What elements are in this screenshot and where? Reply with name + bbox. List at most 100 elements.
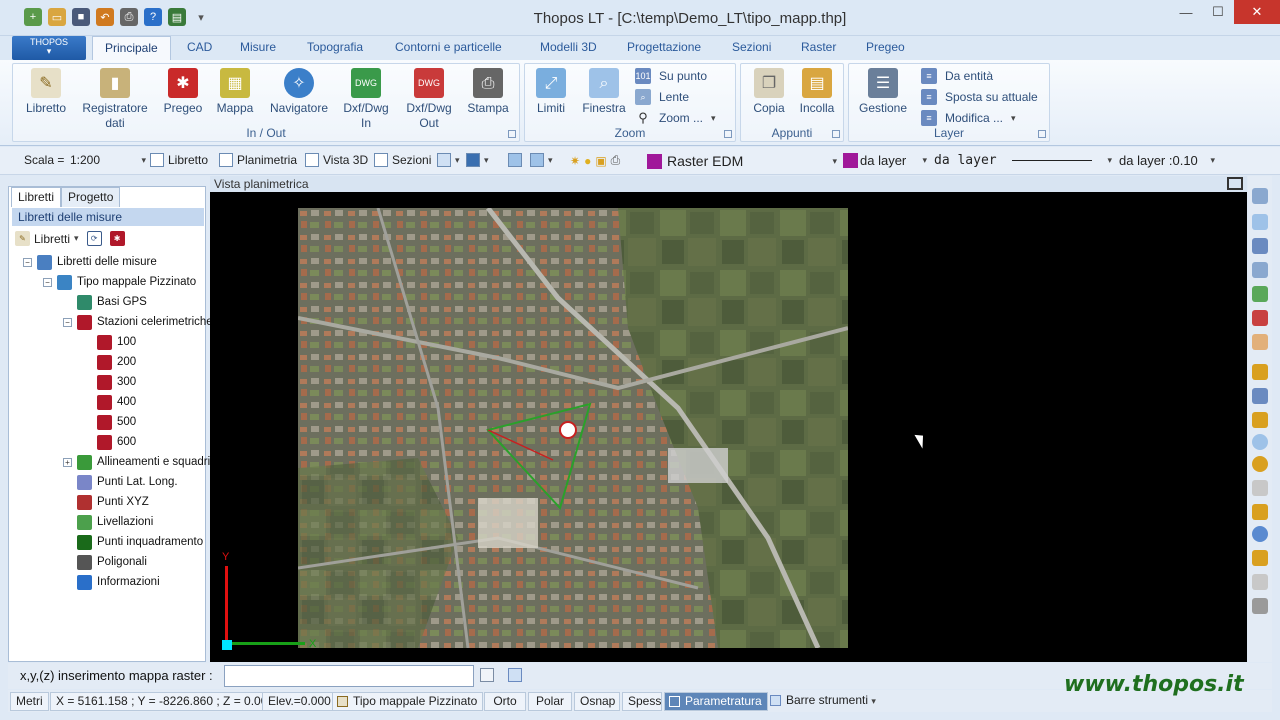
polar-toggle[interactable]: Polar [528, 692, 572, 711]
lineweight-select[interactable]: da layer :0.10 ▾ [1119, 153, 1215, 168]
tab-principale[interactable]: Principale [92, 36, 171, 61]
lente-button[interactable]: ⌕ Lente [635, 89, 689, 105]
star-icon[interactable]: ✷ [570, 154, 580, 168]
maximize-view-button[interactable] [1227, 177, 1243, 190]
tree-node[interactable]: 400 [83, 393, 136, 411]
layer-select[interactable]: Raster EDM ▾ [647, 153, 837, 169]
tree-node[interactable]: Punti inquadramento [63, 533, 203, 551]
expander-icon[interactable]: + [63, 457, 72, 467]
layer-list-button[interactable]: ▾ [530, 153, 553, 167]
pregeo-button[interactable]: ✱ Pregeo [161, 68, 205, 116]
application-menu-button[interactable]: THOPOS ▾ [12, 36, 86, 60]
zoom-menu-button[interactable]: ⚲ Zoom ... ▾ [635, 110, 715, 126]
zoom-point-icon[interactable] [1252, 238, 1268, 254]
layout-split-button[interactable]: ▾ [437, 153, 460, 167]
tree-node[interactable]: + Allineamenti e squadri [63, 453, 210, 471]
print-toggle-icon[interactable]: ⎙ [611, 153, 621, 168]
tree-node[interactable]: Livellazioni [63, 513, 153, 531]
dialog-launcher-icon[interactable] [508, 130, 516, 138]
scale-select[interactable]: 1:200 ▾ [70, 153, 146, 167]
sezioni-view-button[interactable]: Sezioni [374, 153, 431, 167]
tab-libretti[interactable]: Libretti [11, 187, 62, 207]
layer-tools-button[interactable] [508, 153, 522, 167]
libretti-dropdown[interactable]: ✎ Libretti ▾ [15, 231, 79, 246]
stampa-button[interactable]: ⎙ Stampa [465, 68, 511, 116]
snap-nearest-icon[interactable] [1252, 550, 1268, 566]
tab-modelli-3d[interactable]: Modelli 3D [540, 40, 597, 54]
tab-raster[interactable]: Raster [801, 40, 836, 54]
elevation-readout[interactable]: Elev.=0.000 [262, 692, 337, 711]
libretto-button[interactable]: ✎ Libretto [23, 68, 69, 116]
incolla-button[interactable]: ▤ Incolla [795, 68, 839, 116]
tree-node[interactable]: 100 [83, 333, 136, 351]
libretto-view-button[interactable]: Libretto [150, 153, 208, 167]
zoom-previous-icon[interactable] [1252, 286, 1268, 302]
map-view[interactable]: Vista planimetrica Y X [210, 176, 1247, 662]
tab-cad[interactable]: CAD [187, 40, 212, 54]
dxf-dwg-out-button[interactable]: DWG Dxf/Dwg Out [401, 68, 457, 131]
layout-split-horizontal-button[interactable]: ▾ [466, 153, 489, 167]
lightbulb-icon[interactable]: ● [584, 154, 591, 168]
minimize-button[interactable]: — [1170, 0, 1202, 24]
station-add-icon[interactable]: ✱ [109, 231, 125, 246]
da-entita-button[interactable]: ≡ Da entità [921, 68, 993, 84]
dxf-dwg-in-button[interactable]: DWG Dxf/Dwg In [339, 68, 393, 131]
dialog-launcher-icon[interactable] [832, 130, 840, 138]
modifica-button[interactable]: ≡ Modifica ... ▾ [921, 110, 1016, 126]
osnap-toggle[interactable]: Osnap [574, 692, 620, 711]
mappa-button[interactable]: ▦ Mappa [213, 68, 257, 116]
tree-node[interactable]: 600 [83, 433, 136, 451]
copia-button[interactable]: ❐ Copia [747, 68, 791, 116]
su-punto-button[interactable]: 101 Su punto [635, 68, 707, 84]
snap-center-icon[interactable] [1252, 434, 1268, 450]
refresh-icon[interactable]: ⟳ [86, 231, 102, 246]
tab-contorni[interactable]: Contorni e particelle [395, 40, 502, 54]
magnifier-icon[interactable] [1252, 262, 1268, 278]
tab-progetto[interactable]: Progetto [61, 187, 121, 207]
close-button[interactable]: ✕ [1234, 0, 1280, 24]
tree-node[interactable]: Punti XYZ [63, 493, 149, 511]
snap-quadrant-icon[interactable] [1252, 456, 1268, 472]
tab-sezioni[interactable]: Sezioni [732, 40, 771, 54]
tree-node[interactable]: 500 [83, 413, 136, 431]
snap-perpendicular-icon[interactable] [1252, 504, 1268, 520]
history-icon[interactable] [508, 668, 522, 682]
snap-point-icon[interactable] [1252, 388, 1268, 404]
zoom-in-icon[interactable] [1252, 310, 1268, 326]
color-select[interactable]: da layer ▾ [843, 153, 927, 168]
tree-node[interactable]: Punti Lat. Long. [63, 473, 178, 491]
tab-progettazione[interactable]: Progettazione [627, 40, 701, 54]
snap-none-icon[interactable] [1252, 598, 1268, 614]
expander-icon[interactable]: − [63, 317, 72, 327]
tab-pregeo[interactable]: Pregeo [866, 40, 905, 54]
vista-3d-button[interactable]: Vista 3D [305, 153, 368, 167]
snap-midpoint-icon[interactable] [1252, 412, 1268, 428]
snap-parallel-icon[interactable] [1252, 574, 1268, 590]
zoom-window-icon[interactable] [1252, 214, 1268, 230]
tree-node[interactable]: − Tipo mappale Pizzinato [43, 273, 196, 291]
spess-toggle[interactable]: Spess [622, 692, 662, 711]
dialog-launcher-icon[interactable] [724, 130, 732, 138]
parametratura-toggle[interactable]: Parametratura [664, 692, 768, 711]
command-input[interactable] [224, 665, 474, 687]
linetype-select[interactable]: da layer ▾ [934, 153, 1112, 168]
snap-endpoint-icon[interactable] [1252, 364, 1268, 380]
tree-node[interactable]: − Stazioni celerimetriche [63, 313, 213, 331]
units-indicator[interactable]: Metri [10, 692, 49, 711]
tree-node[interactable]: Informazioni [63, 573, 160, 591]
tab-topografia[interactable]: Topografia [307, 40, 363, 54]
current-job-indicator[interactable]: Tipo mappale Pizzinato [332, 692, 484, 711]
gestione-button[interactable]: ☰ Gestione [855, 68, 911, 116]
expander-icon[interactable]: − [23, 257, 32, 267]
maximize-button[interactable]: ☐ [1202, 0, 1234, 24]
toolbars-menu[interactable]: Barre strumenti ▾ [766, 692, 881, 711]
lock-icon[interactable]: ▣ [595, 154, 606, 168]
planimetria-view-button[interactable]: Planimetria [219, 153, 297, 167]
expander-icon[interactable]: − [43, 277, 52, 287]
tree-node[interactable]: Basi GPS [63, 293, 147, 311]
tree-node[interactable]: 200 [83, 353, 136, 371]
snap-intersection-icon[interactable] [1252, 480, 1268, 496]
tree-node[interactable]: − Libretti delle misure [23, 253, 157, 271]
tab-misure[interactable]: Misure [240, 40, 276, 54]
registratore-dati-button[interactable]: ▮ Registratore dati [81, 68, 149, 131]
